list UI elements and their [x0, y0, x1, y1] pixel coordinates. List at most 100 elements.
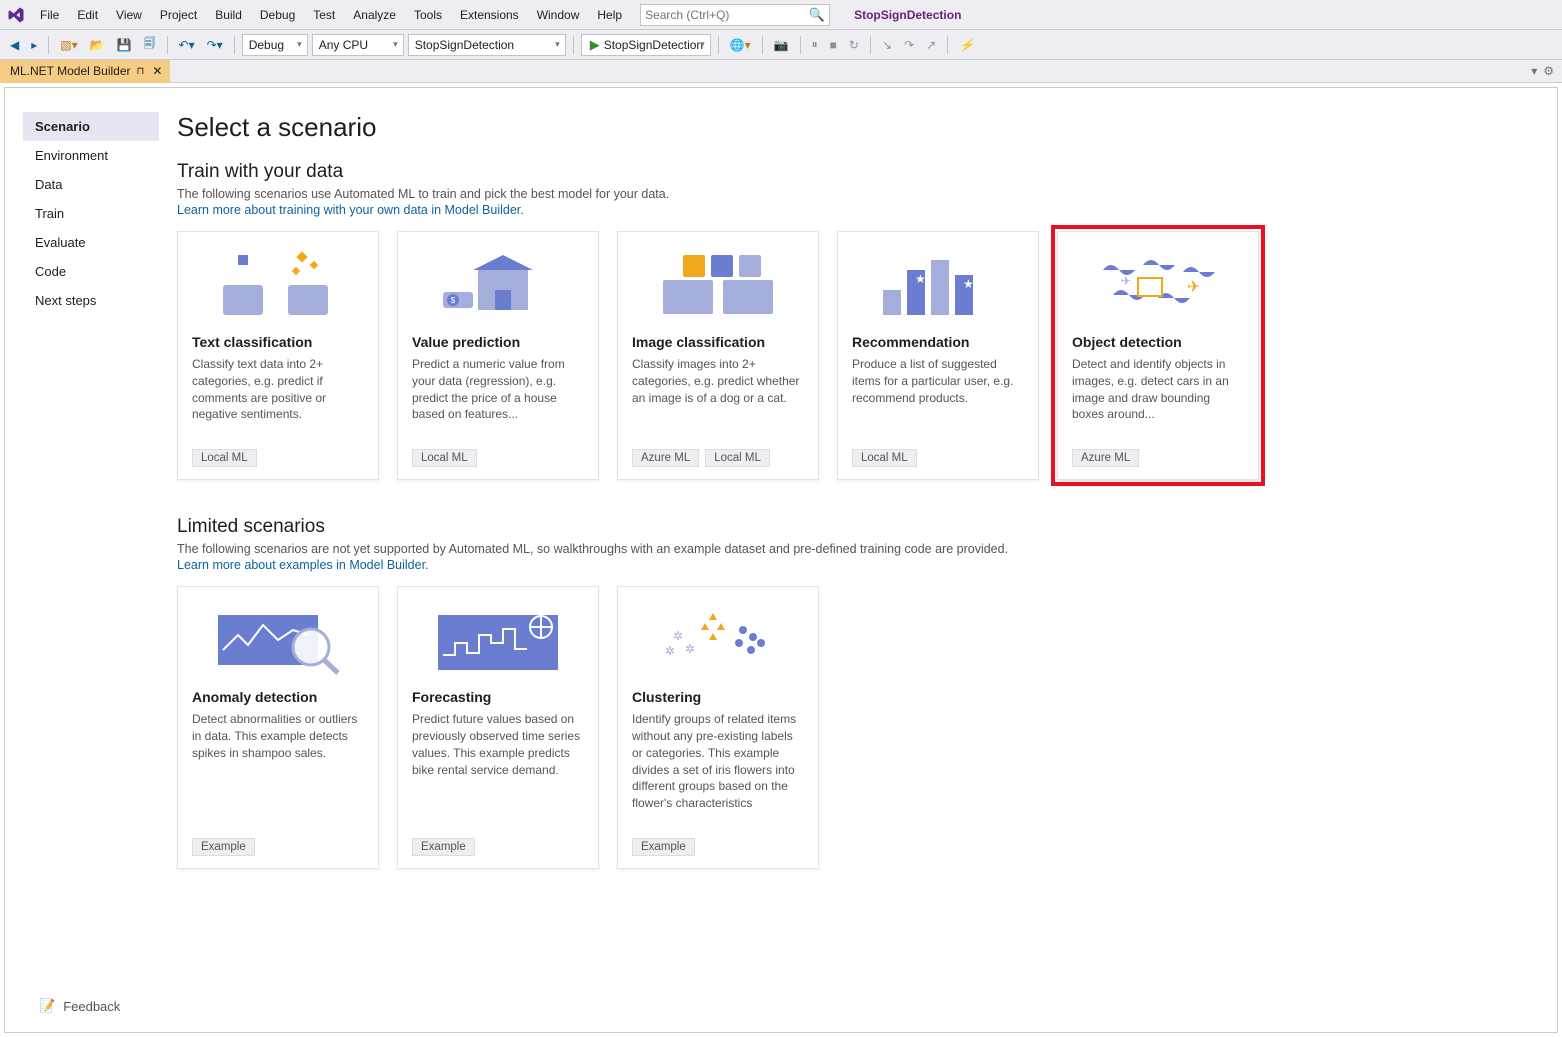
- menu-edit[interactable]: Edit: [69, 4, 106, 26]
- nav-code[interactable]: Code: [23, 257, 159, 286]
- svg-text:★: ★: [915, 272, 926, 286]
- live-share-button[interactable]: 📷: [770, 34, 793, 56]
- scenario-illustration: [192, 246, 364, 324]
- start-debug-button[interactable]: ▶ StopSignDetection: [581, 34, 711, 56]
- menu-debug[interactable]: Debug: [252, 4, 303, 26]
- quick-launch-search[interactable]: 🔍: [640, 4, 830, 26]
- startup-project-combo[interactable]: StopSignDetection: [408, 34, 566, 56]
- menu-window[interactable]: Window: [529, 4, 588, 26]
- section-1-desc: The following scenarios use Automated ML…: [177, 187, 1539, 201]
- browse-button[interactable]: 🌐▾: [726, 34, 755, 56]
- menu-build[interactable]: Build: [207, 4, 250, 26]
- wizard-content: Select a scenario Train with your data T…: [159, 112, 1539, 905]
- nav-evaluate[interactable]: Evaluate: [23, 228, 159, 257]
- save-button[interactable]: 💾: [113, 34, 136, 56]
- visual-studio-icon: [6, 5, 26, 25]
- scenario-title: Text classification: [192, 334, 364, 350]
- scenario-title: Anomaly detection: [192, 689, 364, 705]
- step-out-button[interactable]: ↗: [922, 34, 940, 56]
- svg-text:$: $: [451, 296, 456, 305]
- doc-tab-label: ML.NET Model Builder: [10, 64, 131, 78]
- scenario-card[interactable]: ✲✲✲ClusteringIdentify groups of related …: [617, 586, 819, 869]
- feedback-link[interactable]: 📝 Feedback: [39, 998, 120, 1014]
- solution-config-combo[interactable]: Debug: [242, 34, 308, 56]
- scenario-title: Value prediction: [412, 334, 584, 350]
- scenario-description: Identify groups of related items without…: [632, 711, 804, 812]
- search-icon: 🔍: [809, 7, 825, 23]
- scenario-tag: Example: [412, 838, 475, 856]
- menu-project[interactable]: Project: [152, 4, 205, 26]
- menu-tools[interactable]: Tools: [406, 4, 450, 26]
- scenario-card[interactable]: Image classificationClassify images into…: [617, 231, 819, 480]
- close-icon[interactable]: ✕: [150, 64, 164, 78]
- svg-text:✲: ✲: [673, 629, 683, 643]
- editor-surface: Scenario Environment Data Train Evaluate…: [4, 87, 1558, 1033]
- menu-extensions[interactable]: Extensions: [452, 4, 527, 26]
- scenario-card[interactable]: ForecastingPredict future values based o…: [397, 586, 599, 869]
- scenario-tag: Example: [192, 838, 255, 856]
- section-1-link[interactable]: Learn more about training with your own …: [177, 203, 1539, 217]
- settings-icon[interactable]: ⚙: [1543, 64, 1554, 78]
- step-over-button[interactable]: ↷: [900, 34, 918, 56]
- undo-button[interactable]: ↶▾: [175, 34, 199, 56]
- menu-test[interactable]: Test: [305, 4, 343, 26]
- doc-tab-mlnet[interactable]: ML.NET Model Builder ⊓ ✕: [0, 60, 170, 83]
- scenario-card[interactable]: ✈✈Object detectionDetect and identify ob…: [1057, 231, 1259, 480]
- scenario-card[interactable]: Text classificationClassify text data in…: [177, 231, 379, 480]
- scenario-card[interactable]: Anomaly detectionDetect abnormalities or…: [177, 586, 379, 869]
- save-all-button[interactable]: 🗐: [140, 34, 160, 56]
- scenario-illustration: ★★: [852, 246, 1024, 324]
- scenario-tag: Local ML: [192, 449, 257, 467]
- pause-button[interactable]: ⏸: [808, 34, 822, 56]
- scenario-card[interactable]: ★★RecommendationProduce a list of sugges…: [837, 231, 1039, 480]
- svg-text:✈: ✈: [1187, 279, 1200, 296]
- scenario-tags: Example: [192, 838, 364, 856]
- menu-bar: File Edit View Project Build Debug Test …: [0, 0, 1562, 30]
- separator: [167, 36, 168, 54]
- svg-text:✲: ✲: [685, 642, 695, 656]
- menu-file[interactable]: File: [32, 4, 67, 26]
- intellicode-button[interactable]: ⚡: [955, 34, 978, 56]
- nav-scenario[interactable]: Scenario: [23, 112, 159, 141]
- scenario-tag: Azure ML: [1072, 449, 1139, 467]
- scenario-tag: Local ML: [412, 449, 477, 467]
- solution-platform-combo[interactable]: Any CPU: [312, 34, 404, 56]
- nav-environment[interactable]: Environment: [23, 141, 159, 170]
- nav-train[interactable]: Train: [23, 199, 159, 228]
- scenario-tags: Local ML: [412, 449, 584, 467]
- scenario-tags: Local ML: [192, 449, 364, 467]
- section-2-link[interactable]: Learn more about examples in Model Build…: [177, 558, 1539, 572]
- separator: [870, 36, 871, 54]
- open-file-button[interactable]: 📂: [86, 34, 109, 56]
- menu-analyze[interactable]: Analyze: [345, 4, 404, 26]
- scenario-illustration: [192, 601, 364, 679]
- active-files-button[interactable]: ▾: [1531, 64, 1537, 78]
- scenario-illustration: [412, 601, 584, 679]
- separator: [762, 36, 763, 54]
- nav-next-steps[interactable]: Next steps: [23, 286, 159, 315]
- separator: [573, 36, 574, 54]
- svg-text:✈: ✈: [1121, 274, 1131, 288]
- search-input[interactable]: [645, 8, 809, 22]
- restart-button[interactable]: ↻: [845, 34, 863, 56]
- scenario-tag: Local ML: [705, 449, 770, 467]
- nav-data[interactable]: Data: [23, 170, 159, 199]
- scenario-tags: Local ML: [852, 449, 1024, 467]
- scenario-card[interactable]: $Value predictionPredict a numeric value…: [397, 231, 599, 480]
- new-project-button[interactable]: ▧▾: [56, 34, 81, 56]
- scenario-illustration: [632, 246, 804, 324]
- pin-icon[interactable]: ⊓: [137, 66, 145, 77]
- menu-view[interactable]: View: [108, 4, 150, 26]
- page-title: Select a scenario: [177, 112, 1539, 143]
- stop-button[interactable]: ■: [826, 34, 841, 56]
- redo-button[interactable]: ↷▾: [203, 34, 227, 56]
- menu-help[interactable]: Help: [589, 4, 630, 26]
- step-into-button[interactable]: ↘: [878, 34, 896, 56]
- wizard-nav: Scenario Environment Data Train Evaluate…: [23, 112, 159, 905]
- forward-button[interactable]: ▸: [27, 34, 41, 56]
- scenario-title: Forecasting: [412, 689, 584, 705]
- back-button[interactable]: ◀: [6, 34, 23, 56]
- scenario-tag: Azure ML: [632, 449, 699, 467]
- separator: [718, 36, 719, 54]
- scenario-tag: Local ML: [852, 449, 917, 467]
